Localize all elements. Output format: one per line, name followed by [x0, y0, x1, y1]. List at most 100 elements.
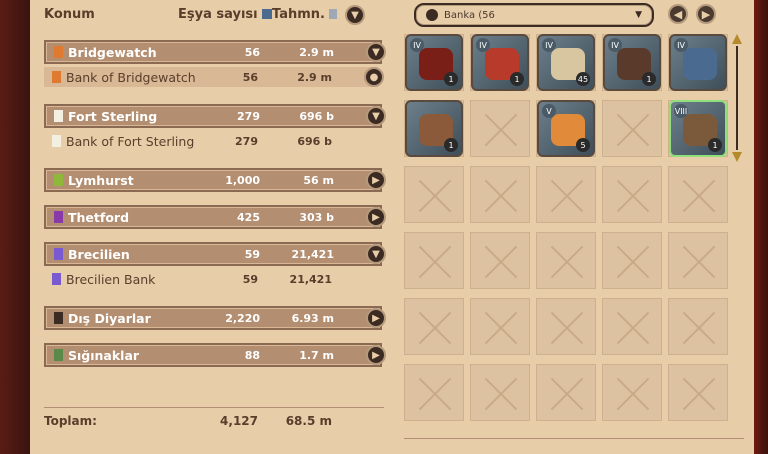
inventory-item[interactable]: IV	[669, 34, 727, 91]
inventory-slot[interactable]	[404, 364, 464, 421]
inventory-item[interactable]: IV 1	[471, 34, 529, 91]
estimated-value: 21,421	[289, 272, 332, 286]
inventory-slot[interactable]	[470, 232, 530, 289]
region-row[interactable]: Brecilien 59 21,421 ▼	[44, 242, 386, 266]
location-name: Thetford	[68, 209, 130, 225]
inventory-slot[interactable]	[602, 166, 662, 223]
item-count: 88	[244, 348, 260, 362]
city-flag-icon	[52, 71, 61, 83]
inventory-slot[interactable]	[536, 232, 596, 289]
inventory-slot[interactable]	[470, 100, 530, 157]
bank-row[interactable]: Bank of Bridgewatch 56 2.9 m ●	[44, 67, 384, 87]
inventory-slot[interactable]	[470, 298, 530, 355]
item-count-badge: 1	[444, 138, 458, 152]
scroll-track[interactable]	[736, 46, 738, 150]
item-tier-badge: IV	[674, 38, 688, 52]
item-tier-badge: IV	[410, 38, 424, 52]
next-page-button[interactable]: ▶	[696, 4, 716, 24]
estimated-value: 1.7 m	[299, 348, 334, 362]
estimated-value: 696 b	[297, 134, 332, 148]
background-right	[754, 0, 768, 454]
collapse-button[interactable]: ▼	[366, 42, 386, 62]
bank-row[interactable]: Bank of Fort Sterling 279 696 b	[44, 131, 378, 151]
item-count-badge: 1	[444, 72, 458, 86]
item-count: 59	[242, 272, 258, 286]
inventory-slot[interactable]	[602, 232, 662, 289]
item-count-badge: 45	[576, 72, 590, 86]
region-row[interactable]: Lymhurst 1,000 56 m ▶	[44, 168, 386, 192]
inventory-slot[interactable]	[668, 232, 728, 289]
header-estimate[interactable]: Tahmn.	[272, 3, 337, 25]
inventory-slot[interactable]	[404, 232, 464, 289]
inventory-slot[interactable]	[668, 298, 728, 355]
prev-page-button[interactable]: ◀	[668, 4, 688, 24]
inventory-slot[interactable]	[668, 364, 728, 421]
region-row[interactable]: Dış Diyarlar 2,220 6.93 m ▶	[44, 306, 386, 330]
region-row[interactable]: Thetford 425 303 b ▶	[44, 205, 386, 229]
city-flag-icon	[52, 273, 61, 285]
bottom-line	[404, 438, 744, 439]
location-name: Brecilien	[68, 246, 130, 262]
inventory-slot[interactable]	[602, 364, 662, 421]
inventory-slot[interactable]	[536, 166, 596, 223]
inventory-item[interactable]: IV 1	[405, 34, 463, 91]
header-items-label: Eşya sayısı	[178, 6, 258, 22]
inventory-item[interactable]: VIII 1	[669, 100, 727, 157]
region-row[interactable]: Fort Sterling 279 696 b ▼	[44, 104, 386, 128]
total-value: 68.5 m	[285, 414, 332, 428]
chevron-down-icon: ▼	[635, 10, 642, 20]
item-count: 56	[244, 45, 260, 59]
scrollbar[interactable]	[732, 34, 742, 162]
location-name: Brecilien Bank	[66, 271, 156, 287]
scroll-down-icon[interactable]	[732, 152, 742, 162]
open-bank-button[interactable]: ●	[364, 67, 384, 87]
region-row[interactable]: Bridgewatch 56 2.9 m ▼	[44, 40, 386, 64]
item-count: 279	[237, 109, 260, 123]
collapse-all-button[interactable]: ▼	[345, 5, 365, 25]
city-flag-icon	[54, 248, 63, 260]
inventory-slot[interactable]	[536, 364, 596, 421]
collapse-button[interactable]: ▼	[366, 244, 386, 264]
inventory-slot[interactable]	[602, 100, 662, 157]
inventory-slot[interactable]	[404, 166, 464, 223]
item-count-badge: 5	[576, 138, 590, 152]
expand-button[interactable]: ▶	[366, 207, 386, 227]
bank-row[interactable]: Brecilien Bank 59 21,421	[44, 269, 378, 289]
inventory-slot[interactable]	[602, 298, 662, 355]
header-items[interactable]: Eşya sayısı	[178, 3, 272, 25]
expand-button[interactable]: ▶	[366, 170, 386, 190]
collapse-button[interactable]: ▼	[366, 106, 386, 126]
location-name: Lymhurst	[68, 172, 134, 188]
item-count: 59	[244, 247, 260, 261]
estimated-value: 6.93 m	[291, 311, 334, 325]
item-tier-badge: VIII	[674, 104, 688, 118]
total-count: 4,127	[220, 414, 258, 428]
location-name: Fort Sterling	[68, 108, 158, 124]
total-label: Toplam:	[44, 414, 97, 428]
item-count-badge: 1	[510, 72, 524, 86]
estimated-value: 21,421	[291, 247, 334, 261]
inventory-item[interactable]: IV 1	[603, 34, 661, 91]
expand-button[interactable]: ▶	[366, 308, 386, 328]
inventory-slot[interactable]	[668, 166, 728, 223]
total-row: Toplam: 4,127 68.5 m	[44, 414, 378, 434]
region-row[interactable]: Sığınaklar 88 1.7 m ▶	[44, 343, 386, 367]
city-flag-icon	[54, 349, 63, 361]
location-name: Bridgewatch	[68, 44, 157, 60]
expand-button[interactable]: ▶	[366, 345, 386, 365]
inventory-slot[interactable]	[470, 364, 530, 421]
inventory-item[interactable]: IV 45	[537, 34, 595, 91]
scroll-up-icon[interactable]	[732, 34, 742, 44]
location-name: Sığınaklar	[68, 347, 140, 363]
silver-icon	[328, 9, 337, 19]
inventory-item[interactable]: 1	[405, 100, 463, 157]
inventory-slot[interactable]	[536, 298, 596, 355]
header-estimate-label: Tahmn.	[272, 6, 325, 22]
inventory-slot[interactable]	[404, 298, 464, 355]
item-count-badge: 1	[708, 138, 722, 152]
location-name: Bank of Fort Sterling	[66, 133, 195, 149]
inventory-slot[interactable]	[470, 166, 530, 223]
city-flag-icon	[52, 135, 61, 147]
inventory-item[interactable]: V5	[537, 100, 595, 157]
bank-dropdown[interactable]: Banka (56 ▼	[414, 3, 654, 27]
